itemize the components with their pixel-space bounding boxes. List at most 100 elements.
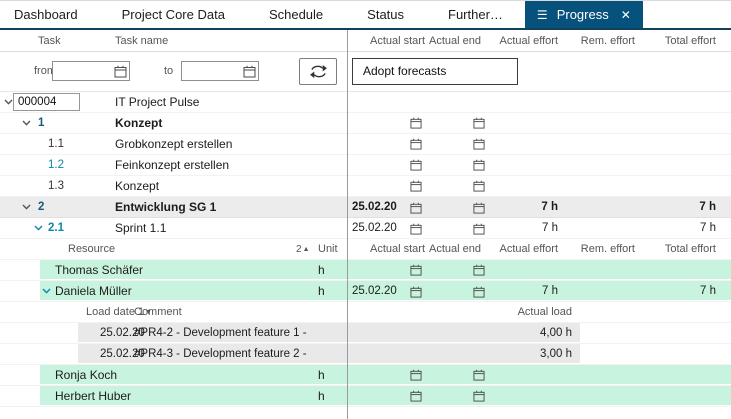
calendar-icon[interactable] xyxy=(410,369,422,381)
total-effort-value: 7 h xyxy=(640,281,731,302)
load-row[interactable]: 25.02.20 #PR4-3 - Development feature 2 … xyxy=(0,344,731,365)
total-effort-value xyxy=(640,260,731,280)
calendar-icon[interactable] xyxy=(473,138,485,150)
col-actual-end[interactable]: Actual end xyxy=(427,239,490,260)
actual-start-value: 25.02.20 xyxy=(352,218,410,239)
calendar-icon[interactable] xyxy=(410,202,422,214)
task-name: Konzept xyxy=(115,113,162,134)
close-icon[interactable]: ✕ xyxy=(621,9,631,21)
col-actual-load[interactable]: Actual load xyxy=(518,302,572,322)
col-actual-end[interactable]: Actual end xyxy=(427,30,490,52)
task-row[interactable]: 2.1 Sprint 1.1 25.02.20 7 h 7 h xyxy=(0,218,731,239)
tab-progress-label: Progress xyxy=(557,7,609,22)
col-total-effort[interactable]: Total effort xyxy=(640,239,731,260)
tab-schedule[interactable]: Schedule xyxy=(247,1,345,28)
col-total-effort[interactable]: Total effort xyxy=(640,30,731,52)
calendar-icon[interactable] xyxy=(410,117,422,129)
task-row[interactable]: 2 Entwicklung SG 1 25.02.20 7 h 7 h xyxy=(0,197,731,218)
rem-effort-value xyxy=(565,134,640,154)
total-effort-value: 7 h xyxy=(640,218,731,239)
task-row[interactable]: 1.3 Konzept xyxy=(0,176,731,197)
col-rem-effort[interactable]: Rem. effort xyxy=(565,239,640,260)
calendar-icon[interactable] xyxy=(473,223,485,235)
col-actual-start[interactable]: Actual start xyxy=(348,239,427,260)
rem-effort-value xyxy=(565,281,640,302)
actual-start-value: 25.02.20 xyxy=(352,197,410,218)
actual-effort-value: 7 h xyxy=(490,281,565,302)
task-id: 1 xyxy=(38,113,44,134)
resource-row[interactable]: Ronja Koch h xyxy=(0,365,731,386)
calendar-icon[interactable] xyxy=(410,286,422,298)
filter-row: from to Adopt forecasts xyxy=(0,52,731,92)
calendar-icon[interactable] xyxy=(473,390,485,402)
col-resource[interactable]: Resource xyxy=(68,239,115,260)
calendar-icon[interactable] xyxy=(473,159,485,171)
load-value: 4,00 h xyxy=(540,323,572,343)
total-effort-value xyxy=(640,176,731,196)
actual-start-value: 25.02.20 xyxy=(352,281,410,302)
resource-name: Herbert Huber xyxy=(55,386,131,407)
menu-icon[interactable]: ☰ xyxy=(537,9,548,21)
calendar-icon[interactable] xyxy=(473,369,485,381)
chevron-down-icon[interactable] xyxy=(4,92,13,112)
task-name: Grobkonzept erstellen xyxy=(115,134,232,155)
resource-row[interactable]: Thomas Schäfer h xyxy=(0,260,731,281)
chevron-down-icon[interactable] xyxy=(22,197,31,217)
calendar-icon[interactable] xyxy=(473,286,485,298)
task-row[interactable]: 1.2 Feinkonzept erstellen xyxy=(0,155,731,176)
calendar-icon[interactable] xyxy=(410,138,422,150)
col-rem-effort[interactable]: Rem. effort xyxy=(565,30,640,52)
tab-further[interactable]: Further… xyxy=(426,1,525,28)
refresh-icon xyxy=(309,64,328,79)
refresh-button[interactable] xyxy=(299,58,337,85)
actual-effort-value xyxy=(490,365,565,385)
calendar-icon[interactable] xyxy=(410,390,422,402)
calendar-icon[interactable] xyxy=(410,159,422,171)
task-id: 1.2 xyxy=(48,155,64,176)
task-row[interactable]: 1.1 Grobkonzept erstellen xyxy=(0,134,731,155)
load-value: 3,00 h xyxy=(540,344,572,364)
task-row-root[interactable]: 000004 IT Project Pulse xyxy=(0,92,731,113)
calendar-icon[interactable] xyxy=(473,264,485,276)
project-name: IT Project Pulse xyxy=(115,92,199,113)
pane-divider xyxy=(347,30,348,419)
resource-row[interactable]: Daniela Müller h 25.02.20 7 h 7 h xyxy=(0,281,731,302)
calendar-icon[interactable] xyxy=(473,202,485,214)
tab-status[interactable]: Status xyxy=(345,1,426,28)
col-task-name[interactable]: Task name xyxy=(115,30,168,52)
chevron-down-icon[interactable] xyxy=(22,113,31,133)
sort-indicator[interactable]: 2▲ xyxy=(296,239,310,261)
chevron-down-icon[interactable] xyxy=(34,218,43,238)
tab-project-core-data[interactable]: Project Core Data xyxy=(100,1,247,28)
adopt-forecasts-button[interactable]: Adopt forecasts xyxy=(352,58,518,85)
calendar-icon[interactable] xyxy=(114,65,127,78)
col-actual-effort[interactable]: Actual effort xyxy=(490,239,565,260)
task-id: 2.1 xyxy=(48,218,64,239)
col-comment[interactable]: Comment xyxy=(134,302,182,322)
col-actual-effort[interactable]: Actual effort xyxy=(490,30,565,52)
tab-progress[interactable]: ☰ Progress ✕ xyxy=(525,1,643,28)
calendar-icon[interactable] xyxy=(410,223,422,235)
col-unit[interactable]: Unit xyxy=(318,239,338,260)
load-comment: #PR4-3 - Development feature 2 - xyxy=(134,344,307,364)
task-id: 1.1 xyxy=(48,134,64,155)
calendar-icon[interactable] xyxy=(410,180,422,192)
project-id-input[interactable]: 000004 xyxy=(13,93,80,111)
actual-effort-value: 7 h xyxy=(490,197,565,218)
actual-effort-value xyxy=(490,155,565,175)
resource-row[interactable]: Herbert Huber h xyxy=(0,386,731,407)
col-actual-start[interactable]: Actual start xyxy=(348,30,427,52)
calendar-icon[interactable] xyxy=(473,180,485,192)
calendar-icon[interactable] xyxy=(243,65,256,78)
calendar-icon[interactable] xyxy=(473,117,485,129)
col-task[interactable]: Task xyxy=(38,30,61,52)
rem-effort-value xyxy=(565,197,640,218)
calendar-icon[interactable] xyxy=(410,264,422,276)
resource-unit: h xyxy=(318,386,325,407)
load-row[interactable]: 25.02.20 #PR4-2 - Development feature 1 … xyxy=(0,323,731,344)
rem-effort-value xyxy=(565,260,640,280)
chevron-down-icon[interactable] xyxy=(42,281,51,301)
tab-dashboard[interactable]: Dashboard xyxy=(0,1,100,28)
task-tree: 000004 IT Project Pulse 1 Konzept xyxy=(0,92,731,407)
task-row[interactable]: 1 Konzept xyxy=(0,113,731,134)
